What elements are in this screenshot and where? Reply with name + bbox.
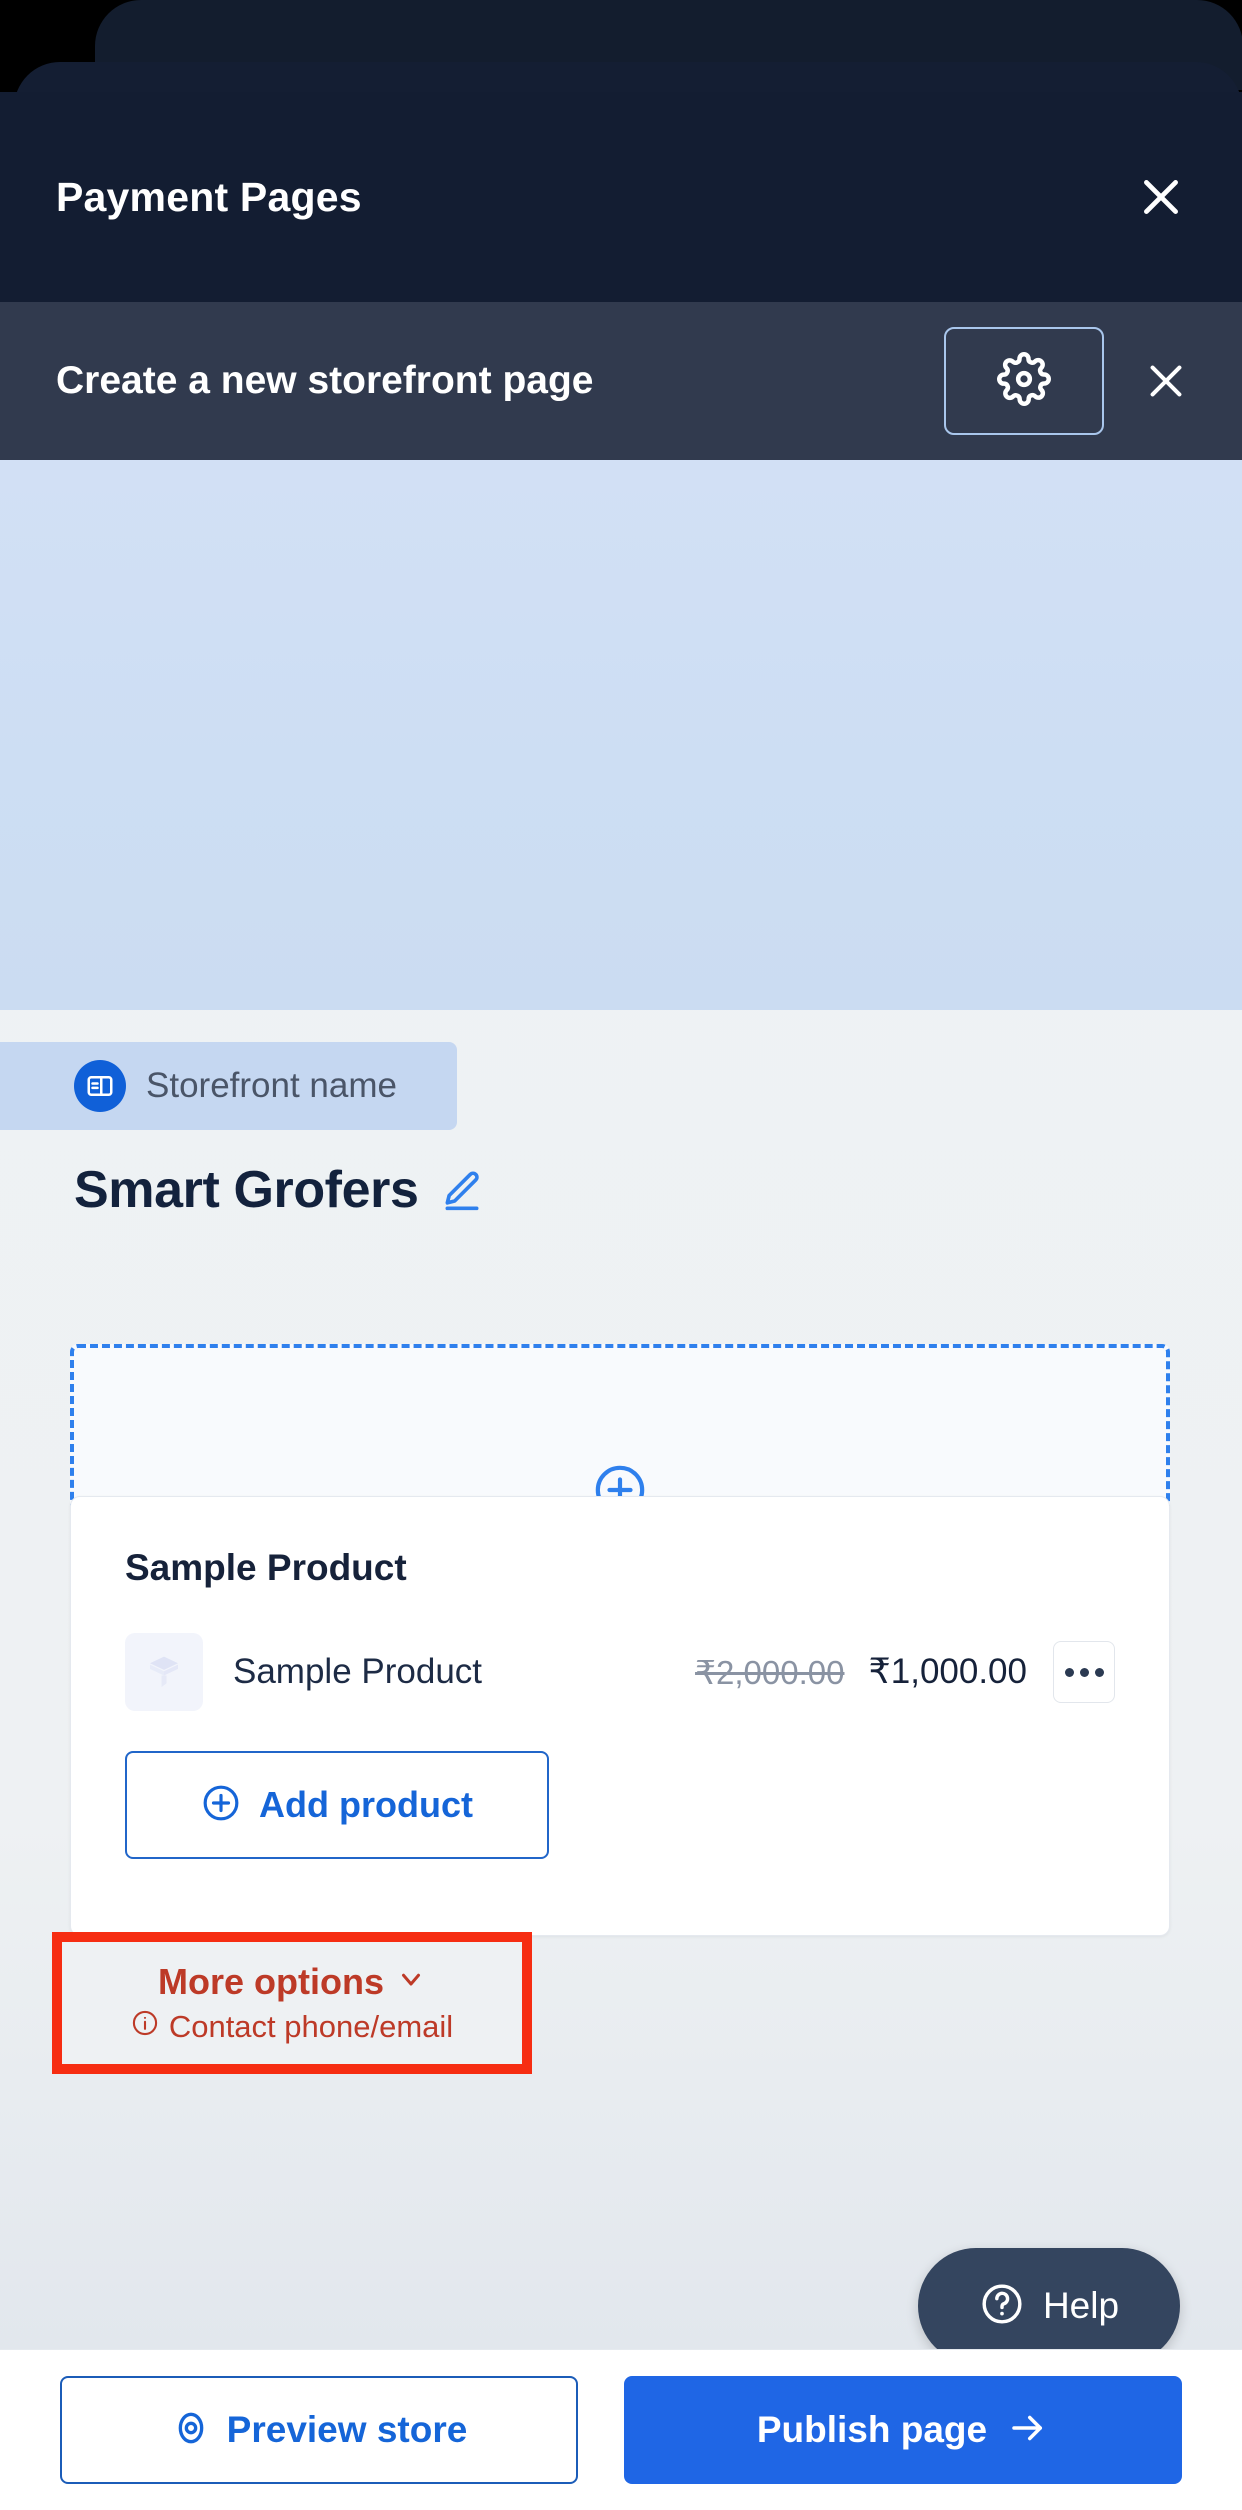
more-options-hint-text: Contact phone/email: [168, 2009, 454, 2044]
arrow-right-icon: [1007, 2407, 1049, 2454]
eye-icon: [171, 2408, 211, 2453]
kebab-dot: [1079, 1667, 1089, 1677]
storefront-name-label: Storefront name: [146, 1066, 397, 1105]
product-name: Sample Product: [233, 1652, 483, 1691]
product-placeholder-icon: [125, 1633, 203, 1711]
plus-circle-icon: [201, 1783, 241, 1828]
more-options-title: More options: [158, 1961, 426, 2003]
question-circle-icon: [979, 2281, 1025, 2332]
kebab-dot: [1064, 1667, 1074, 1677]
subheader-close-icon[interactable]: [1138, 353, 1194, 409]
help-button[interactable]: Help: [918, 2248, 1180, 2364]
product-current-price: ₹1,000.00: [868, 1652, 1027, 1691]
page-title: Payment Pages: [56, 173, 362, 220]
gear-icon: [997, 351, 1051, 411]
storefront-name-value: Smart Grofers: [74, 1161, 419, 1219]
add-product-button[interactable]: Add product: [125, 1751, 549, 1859]
modal-subheader: Create a new storefront page: [0, 302, 1242, 460]
close-icon[interactable]: [1132, 168, 1190, 226]
modal-header: Payment Pages: [0, 92, 1242, 302]
more-options-hint: Contact phone/email: [131, 2009, 453, 2045]
kebab-icon[interactable]: [1053, 1641, 1115, 1703]
preview-store-button[interactable]: Preview store: [60, 2376, 578, 2484]
hero-banner: [0, 460, 1242, 1010]
product-card: Sample Product Sample Product ₹2,000.00 …: [70, 1496, 1170, 1936]
storefront-name-label-row: Storefront name: [0, 1042, 457, 1130]
product-card-heading: Sample Product: [125, 1547, 407, 1588]
publish-page-button[interactable]: Publish page: [624, 2376, 1182, 2484]
chevron-down-icon: [396, 1961, 426, 2003]
add-product-label: Add product: [259, 1784, 473, 1825]
product-original-price: ₹2,000.00: [695, 1653, 845, 1691]
footer-actions: Preview store Publish page: [0, 2350, 1242, 2510]
help-label: Help: [1042, 2285, 1120, 2326]
page-body: Storefront name Smart Grofers Add produc…: [0, 460, 1242, 2350]
preview-store-label: Preview store: [226, 2409, 468, 2450]
app-window: Payment Pages Create a new storefront pa…: [0, 0, 1242, 2510]
storefront-name-row: Smart Grofers: [74, 1160, 484, 1220]
settings-button[interactable]: [944, 327, 1104, 435]
info-circle-icon: [131, 2009, 159, 2045]
subheader-title: Create a new storefront page: [56, 359, 594, 402]
pencil-icon[interactable]: [440, 1168, 484, 1212]
kebab-dot: [1094, 1667, 1104, 1677]
table-row[interactable]: Sample Product ₹2,000.00 ₹1,000.00: [125, 1633, 1115, 1711]
publish-page-label: Publish page: [756, 2409, 988, 2450]
storefront-icon: [74, 1060, 126, 1112]
more-options-toggle[interactable]: More options Contact phone/email: [52, 1932, 532, 2074]
more-options-label: More options: [158, 1961, 384, 2002]
